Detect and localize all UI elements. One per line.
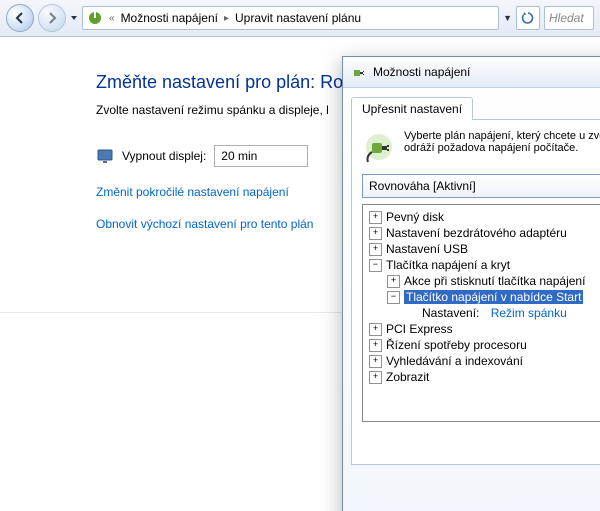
- collapse-icon[interactable]: −: [387, 291, 400, 304]
- plan-select-value: Rovnováha [Aktivní]: [369, 179, 476, 193]
- tree-node-button-action[interactable]: +Akce při stisknutí tlačítka napájení: [365, 273, 600, 289]
- tab-advanced[interactable]: Upřesnit nastavení: [351, 97, 473, 120]
- power-plan-select[interactable]: Rovnováha [Aktivní] ▼: [362, 174, 600, 198]
- history-dropdown-icon[interactable]: [70, 11, 78, 25]
- explorer-navbar: « Možnosti napájení ▸ Upravit nastavení …: [0, 0, 600, 37]
- dialog-description: Vyberte plán napájení, který chcete u zv…: [404, 130, 600, 154]
- tree-node-setting[interactable]: Nastavení: Režim spánku: [365, 305, 600, 321]
- settings-tree[interactable]: +Pevný disk +Nastavení bezdrátového adap…: [362, 204, 600, 422]
- display-timeout-select[interactable]: 20 min: [214, 145, 308, 167]
- expand-icon[interactable]: +: [369, 355, 382, 368]
- chevron-right-icon: ▸: [224, 13, 229, 24]
- breadcrumb[interactable]: « Možnosti napájení ▸ Upravit nastavení …: [82, 6, 499, 30]
- expand-icon[interactable]: +: [387, 275, 400, 288]
- breadcrumb-sep-icon: «: [109, 13, 115, 24]
- dialog-titlebar[interactable]: Možnosti napájení: [343, 57, 600, 88]
- expand-icon[interactable]: +: [369, 339, 382, 352]
- tree-node-hdd[interactable]: +Pevný disk: [365, 209, 600, 225]
- expand-icon[interactable]: +: [369, 371, 382, 384]
- expand-icon[interactable]: +: [369, 323, 382, 336]
- monitor-icon: [96, 147, 114, 165]
- setting-value-link[interactable]: Režim spánku: [491, 306, 567, 320]
- tree-node-power-buttons[interactable]: −Tlačítka napájení a kryt: [365, 257, 600, 273]
- breadcrumb-dropdown-icon[interactable]: ▼: [503, 13, 512, 23]
- search-input[interactable]: Hledat: [544, 6, 594, 30]
- tree-node-wireless[interactable]: +Nastavení bezdrátového adaptéru: [365, 225, 600, 241]
- power-options-dialog: Možnosti napájení Upřesnit nastavení Vyb…: [342, 56, 600, 511]
- tree-node-usb[interactable]: +Nastavení USB: [365, 241, 600, 257]
- control-panel-icon: [87, 10, 103, 26]
- tab-content: Vyberte plán napájení, který chcete u zv…: [351, 119, 600, 465]
- tree-node-cpu[interactable]: +Řízení spotřeby procesoru: [365, 337, 600, 353]
- power-plug-icon: [362, 130, 396, 164]
- breadcrumb-item[interactable]: Možnosti napájení: [121, 11, 218, 25]
- forward-button[interactable]: [38, 4, 66, 32]
- collapse-icon[interactable]: −: [369, 259, 382, 272]
- tree-node-pci[interactable]: +PCI Express: [365, 321, 600, 337]
- expand-icon[interactable]: +: [369, 243, 382, 256]
- power-icon: [351, 64, 367, 80]
- display-timeout-label: Vypnout displej:: [122, 149, 206, 163]
- back-button[interactable]: [6, 4, 34, 32]
- tree-node-start-menu-button[interactable]: −Tlačítko napájení v nabídce Start: [365, 289, 600, 305]
- refresh-button[interactable]: [516, 6, 540, 30]
- expand-icon[interactable]: +: [369, 211, 382, 224]
- tree-node-display[interactable]: +Zobrazit: [365, 369, 600, 385]
- tree-node-search[interactable]: +Vyhledávání a indexování: [365, 353, 600, 369]
- expand-icon[interactable]: +: [369, 227, 382, 240]
- dialog-title: Možnosti napájení: [373, 65, 470, 79]
- breadcrumb-item[interactable]: Upravit nastavení plánu: [235, 11, 361, 25]
